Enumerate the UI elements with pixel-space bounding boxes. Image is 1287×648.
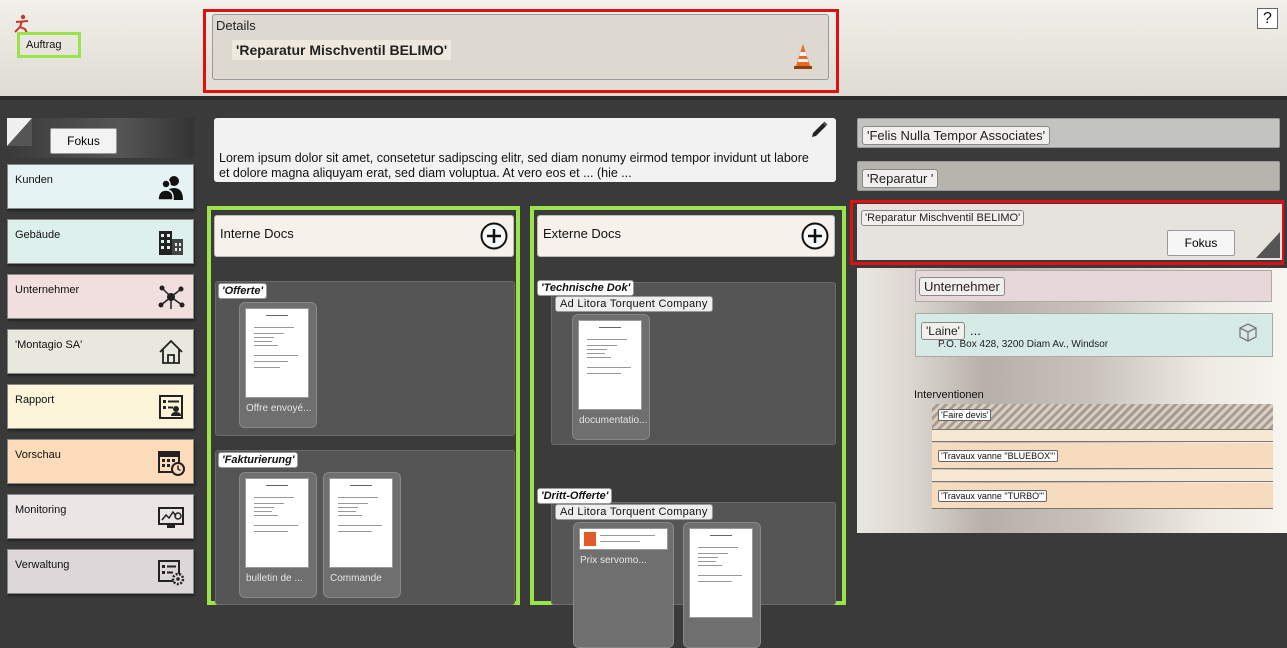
people-icon xyxy=(157,176,183,201)
laine-label[interactable]: 'Laine' xyxy=(921,322,965,340)
sidebar-item-rapport[interactable]: Rapport xyxy=(7,384,194,429)
document-thumbnail xyxy=(329,478,393,568)
sidebar-item-vorschau[interactable]: Vorschau xyxy=(7,439,194,484)
interne-docs-header: Interne Docs xyxy=(214,215,514,257)
document-thumbnail xyxy=(245,478,309,568)
app-logo-icon[interactable] xyxy=(12,14,32,34)
sidebar-item-label: 'Montagio SA' xyxy=(15,339,83,351)
externe-docs-title: Externe Docs xyxy=(543,226,622,241)
sidebar-fokus-button[interactable]: Fokus xyxy=(50,128,117,154)
intervention-row[interactable]: 'Travaux vanne "BLUEBOX"' xyxy=(932,443,1273,469)
company-label: Ad Litora Torquent Company xyxy=(555,296,713,312)
company-label: Ad Litora Torquent Company xyxy=(555,504,713,520)
sidebar-item-label: Gebäude xyxy=(15,229,61,241)
house-icon xyxy=(159,339,183,364)
focus-item-name[interactable]: 'Reparatur Mischventil BELIMO' xyxy=(861,210,1025,226)
sidebar-item-label: Kunden xyxy=(15,174,53,186)
details-value[interactable]: 'Reparatur Mischventil BELIMO' xyxy=(232,40,452,60)
doc-group-label: 'Offerte' xyxy=(218,283,268,299)
description-text: Lorem ipsum dolor sit amet, consetetur s… xyxy=(219,151,809,180)
edit-pencil-icon[interactable] xyxy=(808,121,830,139)
document-tile[interactable]: bulletin de ... xyxy=(239,472,317,598)
sidebar-item-label: Rapport xyxy=(15,394,55,406)
intervention-row-spacer xyxy=(932,470,1273,482)
add-circle-icon[interactable] xyxy=(800,221,830,251)
intervention-label: 'Travaux vanne "BLUEBOX"' xyxy=(938,450,1059,462)
auftrag-tab[interactable]: Auftrag xyxy=(17,32,81,58)
intervention-label: 'Faire devis' xyxy=(938,409,992,421)
externe-docs-header: Externe Docs xyxy=(537,215,835,257)
intervention-label: 'Travaux vanne "TURBO"' xyxy=(938,490,1048,502)
interne-docs-title: Interne Docs xyxy=(220,226,294,241)
document-thumbnail xyxy=(579,528,668,550)
sidebar-item-unternehmer[interactable]: Unternehmer xyxy=(7,274,194,319)
document-thumbnail xyxy=(578,320,642,410)
details-label: Details xyxy=(216,18,256,33)
document-tile[interactable]: Prix servomo... xyxy=(573,522,674,648)
sidebar-item-kunden[interactable]: Kunden xyxy=(7,164,194,209)
laine-address: P.O. Box 428, 3200 Diam Av., Windsor xyxy=(938,339,1109,350)
expand-triangle-icon[interactable] xyxy=(1256,232,1280,258)
category-name[interactable]: 'Reparatur ' xyxy=(862,169,939,188)
document-caption: Prix servomo... xyxy=(580,555,647,566)
document-caption: Offre envoyé... xyxy=(246,403,312,414)
monitor-icon xyxy=(158,507,184,528)
doc-group-label: 'Technische Dok' xyxy=(537,280,635,296)
sidebar-item-label: Vorschau xyxy=(15,449,61,461)
buildings-icon xyxy=(159,231,183,255)
sidebar-item-label: Monitoring xyxy=(15,504,67,516)
report-icon xyxy=(159,395,183,419)
fokus-button[interactable]: Fokus xyxy=(1167,230,1235,256)
sidebar-item-monitoring[interactable]: Monitoring xyxy=(7,494,194,539)
intervention-row[interactable]: 'Travaux vanne "TURBO"' xyxy=(932,483,1273,509)
construction-cone-icon xyxy=(794,44,812,69)
document-thumbnail xyxy=(245,308,309,398)
sidebar-item-verwaltung[interactable]: Verwaltung xyxy=(7,549,194,594)
add-circle-icon[interactable] xyxy=(479,221,509,251)
unternehmer-label[interactable]: Unternehmer xyxy=(919,277,1005,296)
sidebar-item-label: Unternehmer xyxy=(15,284,80,296)
sidebar-item-label: Verwaltung xyxy=(15,559,70,571)
collapse-triangle-icon[interactable] xyxy=(7,118,32,146)
admin-settings-icon xyxy=(158,560,185,586)
document-caption: Commande xyxy=(330,573,382,584)
client-name[interactable]: 'Felis Nulla Tempor Associates' xyxy=(862,126,1051,145)
calendar-clock-icon xyxy=(158,451,185,476)
document-caption: documentatio... xyxy=(579,415,647,426)
doc-group-label: 'Fakturierung' xyxy=(218,452,299,468)
laine-more: ... xyxy=(970,323,981,338)
document-tile[interactable] xyxy=(683,522,761,648)
document-caption: bulletin de ... xyxy=(246,573,303,584)
help-button[interactable]: ? xyxy=(1257,8,1278,29)
intervention-row[interactable]: 'Faire devis' xyxy=(932,404,1273,430)
intervention-row[interactable] xyxy=(932,430,1273,442)
laine-row xyxy=(915,313,1273,357)
interventionen-label: Interventionen xyxy=(914,389,984,401)
document-tile[interactable]: documentatio... xyxy=(572,314,650,440)
document-tile[interactable]: Commande xyxy=(323,472,401,598)
doc-group-label: 'Dritt-Offerte' xyxy=(537,488,613,504)
sidebar-item-gebaeude[interactable]: Gebäude xyxy=(7,219,194,264)
sidebar-item-montagio[interactable]: 'Montagio SA' xyxy=(7,329,194,374)
box-icon xyxy=(1239,323,1257,342)
network-icon xyxy=(158,285,185,309)
document-tile[interactable]: Offre envoyé... xyxy=(239,302,317,428)
